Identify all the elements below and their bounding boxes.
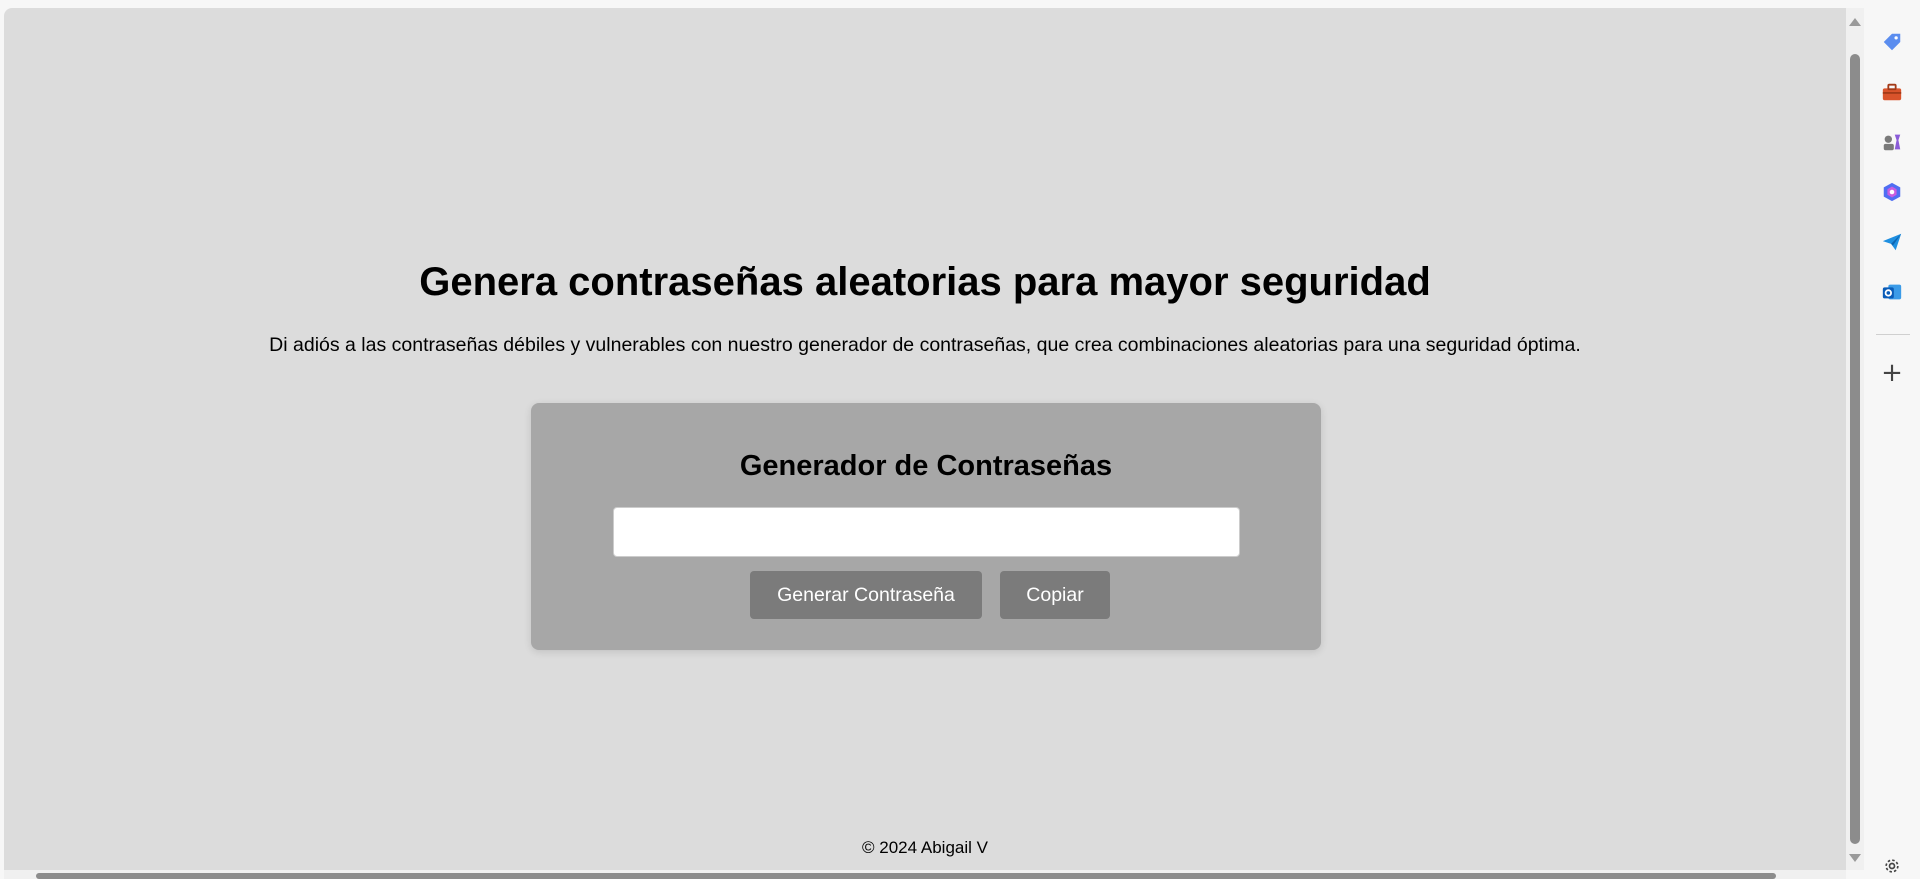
toolbox-icon[interactable] [1880,80,1904,104]
send-icon[interactable] [1880,230,1904,254]
games-icon[interactable] [1880,130,1904,154]
generate-password-button[interactable]: Generar Contraseña [750,571,982,619]
vertical-scrollbar[interactable] [1846,8,1864,870]
footer-copyright: © 2024 Abigail V [862,838,988,857]
scroll-up-arrow-icon[interactable] [1849,18,1861,26]
scroll-down-arrow-icon[interactable] [1849,854,1861,862]
page-viewport: Genera contraseñas aleatorias para mayor… [4,8,1846,870]
page-subtitle: Di adiós a las contraseñas débiles y vul… [269,334,1581,356]
add-icon[interactable]: + [1880,360,1904,386]
copilot-icon[interactable] [1880,180,1904,204]
browser-window: Genera contraseñas aleatorias para mayor… [0,0,1920,879]
browser-sidebar: + [1864,0,1920,879]
horizontal-scrollbar[interactable] [4,870,1846,879]
password-generator-card: Generador de Contraseñas Generar Contras… [531,403,1321,650]
password-output-field[interactable] [613,507,1240,557]
sidebar-divider [1876,334,1910,335]
page-title: Genera contraseñas aleatorias para mayor… [419,260,1431,304]
copy-button[interactable]: Copiar [1000,571,1110,619]
scrollbar-thumb[interactable] [1850,54,1860,844]
generator-title: Generador de Contraseñas [739,450,1113,482]
tag-icon[interactable] [1880,30,1904,54]
outlook-icon[interactable] [1880,280,1904,304]
settings-icon[interactable] [1880,854,1904,878]
horizontal-scrollbar-thumb[interactable] [36,873,1776,879]
